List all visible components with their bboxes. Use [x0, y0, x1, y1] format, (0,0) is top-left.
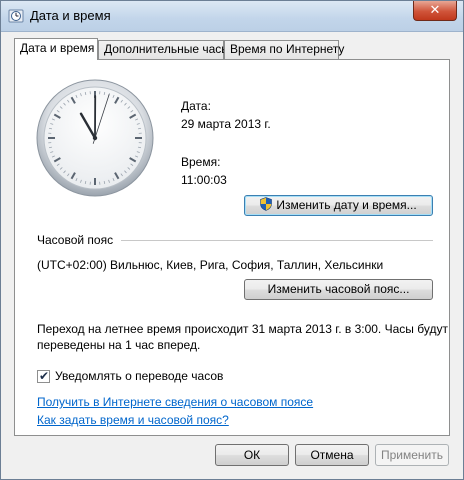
how-to-set-time-link[interactable]: Как задать время и часовой пояс?	[37, 413, 229, 427]
ok-button[interactable]: ОК	[215, 444, 289, 466]
tab-additional-clocks[interactable]: Дополнительные часы	[98, 40, 230, 59]
time-label: Время:	[181, 155, 221, 169]
window-title: Дата и время	[30, 8, 111, 23]
change-date-time-label: Изменить дату и время...	[276, 198, 417, 212]
analog-clock	[36, 79, 154, 197]
cancel-button[interactable]: Отмена	[295, 444, 369, 466]
tab-panel: Дата: 29 марта 2013 г. Время: 11:00:03 И…	[14, 59, 450, 436]
change-timezone-button[interactable]: Изменить часовой пояс...	[244, 279, 433, 300]
uac-shield-icon	[260, 197, 273, 211]
dst-text-line1: Переход на летнее время происходит 31 ма…	[37, 322, 448, 336]
time-value: 11:00:03	[181, 173, 227, 187]
online-timezone-info-link[interactable]: Получить в Интернете сведения о часовом …	[37, 395, 313, 409]
apply-button[interactable]: Применить	[375, 444, 449, 466]
date-label: Дата:	[181, 99, 211, 113]
timezone-value: (UTC+02:00) Вильнюс, Киев, Рига, София, …	[37, 258, 384, 272]
close-button[interactable]: ✕	[413, 1, 457, 21]
ok-label: ОК	[243, 448, 261, 462]
change-timezone-label: Изменить часовой пояс...	[267, 282, 410, 296]
notify-checkbox[interactable]: ✔	[37, 369, 50, 383]
tab-label: Дата и время	[20, 41, 95, 55]
date-value: 29 марта 2013 г.	[181, 117, 271, 131]
tab-date-time[interactable]: Дата и время	[14, 38, 98, 60]
close-icon: ✕	[429, 2, 441, 17]
apply-label: Применить	[380, 448, 443, 462]
notify-label[interactable]: Уведомлять о переводе часов	[55, 369, 223, 383]
tab-label: Время по Интернету	[230, 42, 345, 56]
timezone-separator	[121, 240, 433, 241]
timezone-heading: Часовой пояс	[37, 233, 114, 247]
dst-text-line2: переведены на 1 час вперед.	[37, 338, 201, 352]
date-time-dialog: Дата и время ✕ Дата и время Дополнительн…	[0, 0, 464, 480]
change-date-time-button[interactable]: Изменить дату и время...	[244, 195, 433, 216]
clock-center	[92, 135, 98, 141]
tab-internet-time[interactable]: Время по Интернету	[224, 40, 344, 59]
title-bar[interactable]: Дата и время ✕	[1, 1, 463, 32]
tab-label: Дополнительные часы	[104, 42, 230, 56]
checkmark-icon: ✔	[39, 369, 50, 383]
cancel-label: Отмена	[310, 448, 354, 462]
clock-window-icon	[8, 9, 24, 23]
